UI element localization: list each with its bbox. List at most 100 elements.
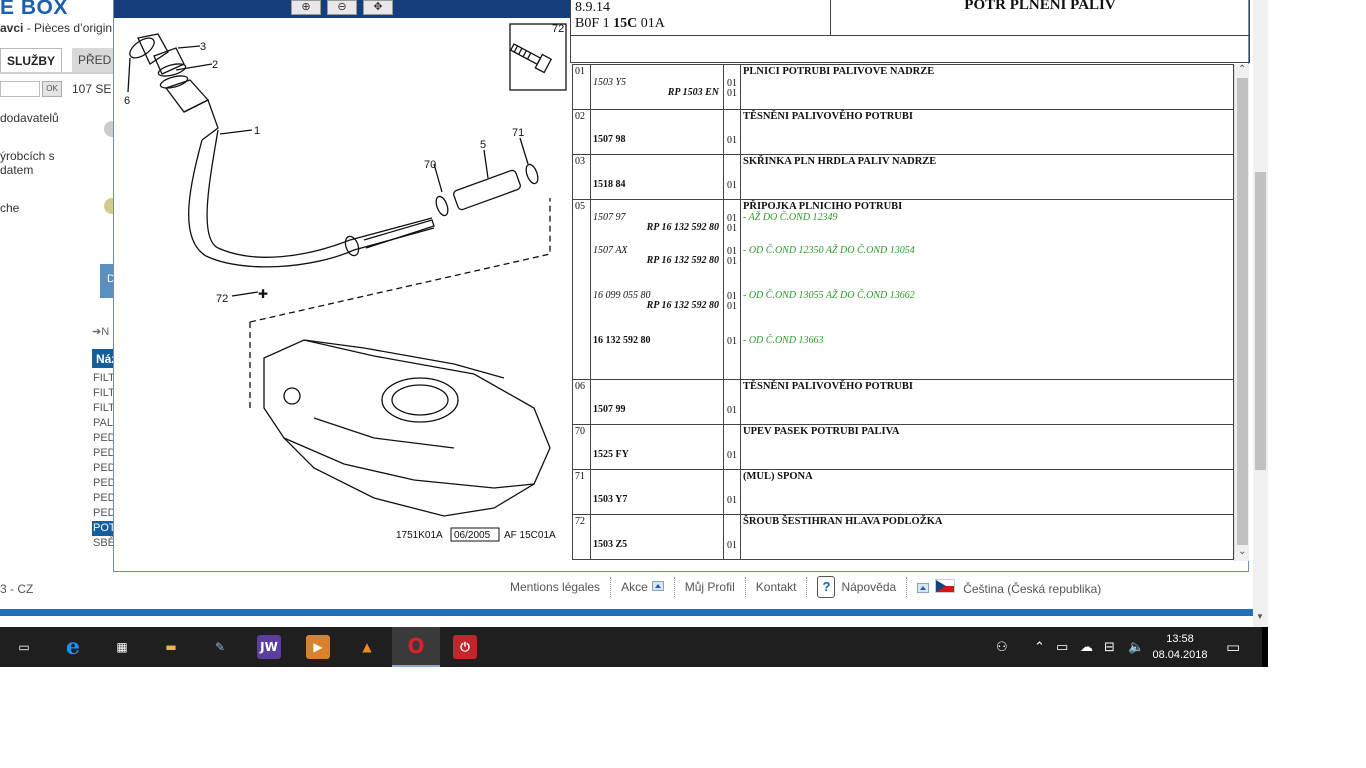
callout-6[interactable]: 6 [124, 95, 130, 107]
taskbar-app-button[interactable]: e [49, 627, 97, 667]
footer-link-help[interactable]: ? Nápověda [807, 576, 906, 598]
notifications-icon[interactable]: ▭ [1226, 627, 1240, 667]
category-list-item[interactable]: PED [92, 476, 114, 491]
parts-table: 01 PLNICI POTRUBI PALIVOVE NADRZE 1503 Y5 0… [572, 64, 1234, 560]
category-list-item[interactable]: FILT [92, 401, 114, 416]
taskbar-app-button[interactable]: ▶ [294, 627, 342, 667]
link-date[interactable]: datem [0, 163, 33, 177]
arrow-link[interactable]: ➔N [92, 325, 109, 338]
link-suppliers[interactable]: dodavatelů [0, 111, 59, 125]
category-list-item[interactable]: FILT [92, 371, 114, 386]
category-list-item[interactable]: PED [92, 491, 114, 506]
search-input[interactable] [0, 81, 40, 97]
qty-column [723, 515, 741, 559]
table-row[interactable]: 01 PLNICI POTRUBI PALIVOVE NADRZE 1503 Y5 0… [572, 64, 1234, 109]
callout-70[interactable]: 70 [424, 159, 436, 171]
pan-zoom-button[interactable]: ✥ [363, 0, 393, 15]
battery-icon[interactable]: ▭ [1056, 627, 1068, 667]
part-number[interactable]: 16 099 055 80 [593, 290, 651, 301]
table-row[interactable]: 06 TĚSNĚNI PALIVOVĚHO POTRUBI 1507 99 01 [572, 379, 1234, 424]
callout-71[interactable]: 71 [512, 127, 524, 139]
tray-expand-icon[interactable]: ⌃ [1034, 627, 1045, 667]
bolt-shank [509, 43, 542, 66]
part-number[interactable]: RP 16 132 592 80 [647, 300, 719, 311]
table-row[interactable]: 71 (MUL) SPONA 1503 Y7 01 [572, 469, 1234, 514]
callout-72[interactable]: 72 [216, 293, 228, 305]
qty-column [723, 155, 741, 199]
table-row[interactable]: 72 ŠROUB ŠESTIHRAN HLAVA PODLOŽKA 1503 Z5 0… [572, 514, 1234, 560]
footer-language-select[interactable]: Čeština (Česká republika) [907, 578, 1111, 596]
part-number[interactable]: 16 132 592 80 [593, 335, 651, 346]
zoom-out-button[interactable]: ⊖ [327, 0, 357, 15]
scroll-up-icon[interactable]: ⌃ [1238, 64, 1246, 75]
part-description: UPEV PASEK POTRUBI PALIVA [743, 426, 900, 437]
link-search[interactable]: che [0, 201, 19, 215]
tab-other[interactable]: PŘED [72, 48, 114, 72]
callout-2[interactable]: 2 [212, 59, 218, 71]
taskbar-app-button[interactable]: O [392, 627, 440, 667]
part-number[interactable]: 1503 Y7 [593, 494, 627, 505]
callout-3[interactable]: 3 [200, 41, 206, 53]
search-ok-button[interactable]: OK [42, 81, 62, 97]
zoom-out-icon: ⊖ [337, 1, 347, 13]
part-number[interactable]: 1525 FY [593, 449, 629, 460]
taskbar-app-button[interactable]: ▭ [0, 627, 48, 667]
callout-5[interactable]: 5 [480, 139, 486, 151]
part-number[interactable]: 1503 Z5 [593, 539, 627, 550]
part-number[interactable]: 1507 99 [593, 404, 626, 415]
parts-scrollbar-thumb[interactable] [1237, 78, 1248, 545]
part-number[interactable]: RP 1503 EN [668, 87, 719, 98]
serial-range-note: - OD Č.OND 13663 [743, 335, 824, 346]
callout-1[interactable]: 1 [254, 125, 260, 137]
onedrive-icon[interactable]: ☁ [1080, 627, 1093, 667]
exploded-diagram[interactable]: 1 2 3 5 6 70 71 72 72 ✚ 1751K01A 06/2005… [114, 18, 570, 548]
people-icon[interactable]: ⚇ [996, 627, 1008, 667]
category-list-item[interactable]: PED [92, 446, 114, 461]
footer-link-profile[interactable]: Můj Profil [675, 580, 745, 594]
taskbar-app-button[interactable]: ⏻ [441, 627, 489, 667]
part-number[interactable]: 1507 98 [593, 134, 626, 145]
footer-link-akce[interactable]: Akce [611, 580, 674, 594]
table-row[interactable]: 03 SKŘINKA PLN HRDLA PALIV NADRZE 1518 84 0… [572, 154, 1234, 199]
part-quantity: 01 [727, 256, 737, 267]
category-list-item[interactable]: FILT [92, 386, 114, 401]
part-number[interactable]: RP 16 132 592 80 [647, 222, 719, 233]
taskbar-app-button[interactable]: ▲ [343, 627, 391, 667]
volume-icon[interactable]: 🔈 [1128, 627, 1144, 667]
footer-link-legal[interactable]: Mentions légales [500, 580, 610, 594]
network-icon[interactable]: ⊟ [1104, 627, 1115, 667]
taskbar-app-button[interactable]: ▬ [147, 627, 195, 667]
site-logo[interactable]: E BOX [0, 0, 68, 20]
blue-action-button[interactable]: D [100, 264, 115, 298]
table-row[interactable]: 05 PŘIPOJKA PLNICIHO POTRUBI 1507 97 01 RP 1… [572, 199, 1234, 379]
system-clock[interactable]: 13:58 08.04.2018 [1150, 631, 1210, 663]
expand-up-icon[interactable] [651, 581, 664, 591]
category-list-item[interactable]: PAL [92, 416, 114, 431]
table-row[interactable]: 70 UPEV PASEK POTRUBI PALIVA 1525 FY 01 [572, 424, 1234, 469]
page-scrollbar-thumb[interactable] [1255, 172, 1266, 470]
tab-services[interactable]: SLUŽBY [0, 48, 62, 72]
category-list-item[interactable]: PED [92, 461, 114, 476]
page-scrollbar[interactable]: ▼ [1253, 0, 1268, 627]
footer-link-contact[interactable]: Kontakt [746, 580, 807, 594]
part-number[interactable]: RP 16 132 592 80 [647, 255, 719, 266]
scroll-down-icon[interactable]: ⌄ [1238, 546, 1246, 557]
parts-scrollbar[interactable]: ⌃ ⌄ [1234, 64, 1249, 561]
taskbar-app-button[interactable]: ▦ [98, 627, 146, 667]
taskbar-app-button[interactable]: ✎ [196, 627, 244, 667]
zoom-in-button[interactable]: ⊕ [291, 0, 321, 15]
category-list-item[interactable]: PED [92, 431, 114, 446]
taskbar-app-button[interactable]: JW [245, 627, 293, 667]
part-number[interactable]: 1507 97 [593, 212, 626, 223]
link-manufacturers[interactable]: ýrobcích s [0, 149, 55, 163]
category-list-item[interactable]: SBĚ [92, 536, 114, 551]
category-list-item[interactable]: PED [92, 506, 114, 521]
part-number[interactable]: 1507 AX [593, 245, 628, 256]
expand-up-icon[interactable] [917, 582, 930, 593]
category-list-item[interactable]: POT [92, 521, 114, 536]
part-number[interactable]: 1503 Y5 [593, 77, 626, 88]
scroll-down-icon[interactable]: ▼ [1256, 612, 1264, 621]
table-row[interactable]: 02 TĚSNĚNI PALIVOVĚHO POTRUBI 1507 98 01 [572, 109, 1234, 154]
part-number[interactable]: 1518 84 [593, 179, 626, 190]
callout-72-detail[interactable]: 72 [552, 23, 564, 35]
